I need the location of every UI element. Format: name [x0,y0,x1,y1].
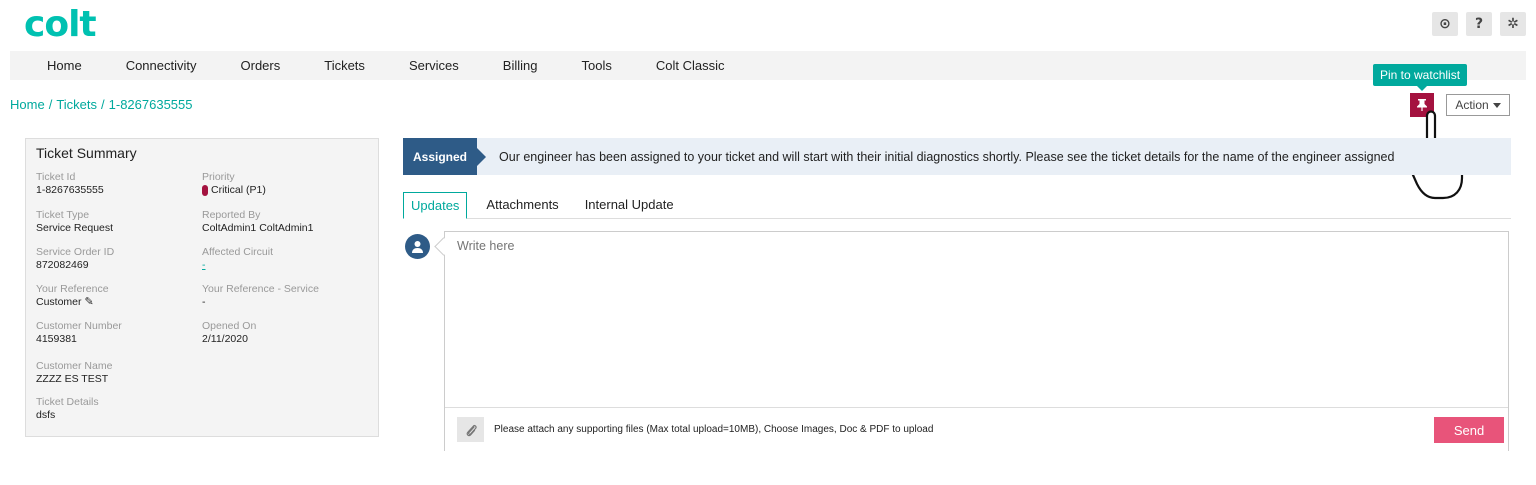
tab-updates[interactable]: Updates [403,192,468,219]
field-customer-name: Customer Name ZZZZ ES TEST [36,360,112,386]
field-value: 872082469 [36,259,89,271]
field-label: Opened On [202,320,257,332]
field-ticket-type: Ticket Type Service Request [36,209,113,235]
attach-button[interactable] [457,417,484,442]
field-label: Ticket Id [36,171,76,183]
user-icon [412,241,423,253]
field-opened-on: Opened On 2/11/2020 [202,320,256,346]
field-value: Service Request [36,222,114,234]
field-value: - [202,296,206,308]
ticket-tabs: Updates Attachments Internal Update [403,192,1511,219]
nav-home[interactable]: Home [47,58,82,73]
nav-colt-classic[interactable]: Colt Classic [656,58,725,73]
comment-footer: Please attach any supporting files (Max … [445,407,1508,451]
field-service-order-id: Service Order ID 872082469 [36,246,114,272]
field-label: Priority [202,171,235,183]
status-message: Our engineer has been assigned to your t… [499,149,1395,164]
globe-icon[interactable]: ⊙ [1432,12,1458,36]
top-utility-icons: ⊙ ? ✲ [1432,12,1526,36]
field-priority: Priority Critical (P1) [202,171,266,197]
main-nav: Home Connectivity Orders Tickets Service… [10,51,1526,80]
priority-value: Critical (P1) [211,184,266,196]
field-value: 1-8267635555 [36,184,104,196]
field-customer-number: Customer Number 4159381 [36,320,122,346]
nav-billing[interactable]: Billing [503,58,538,73]
affected-circuit-link[interactable]: - [202,259,273,272]
status-tag: Assigned [403,138,487,175]
field-your-reference-service: Your Reference - Service - [202,283,319,309]
field-value: ZZZZ ES TEST [36,373,109,385]
edit-icon[interactable]: ✎ [85,296,94,309]
field-label: Customer Number [36,320,122,332]
field-your-reference: Your Reference Customer ✎ [36,283,109,309]
field-label: Service Order ID [36,246,115,258]
field-label: Affected Circuit [202,246,274,258]
field-ticket-details: Ticket Details dsfs [36,396,99,422]
nav-tickets[interactable]: Tickets [324,58,365,73]
field-label: Your Reference - Service [202,283,319,295]
tab-attachments[interactable]: Attachments [479,192,565,219]
breadcrumb-ticket-id: 1-8267635555 [108,97,193,112]
field-value: ColtAdmin1 ColtAdmin1 [202,222,314,234]
field-label: Ticket Type [36,209,90,221]
send-button[interactable]: Send [1434,417,1504,443]
tab-internal-update[interactable]: Internal Update [578,192,681,219]
summary-title: Ticket Summary [36,145,137,161]
field-value: 2/11/2020 [202,333,248,345]
breadcrumb-home[interactable]: Home [10,97,45,112]
status-banner: Assigned Our engineer has been assigned … [403,138,1511,175]
field-reported-by: Reported By ColtAdmin1 ColtAdmin1 [202,209,313,235]
field-value: 4159381 [36,333,77,345]
colt-logo[interactable]: colt [24,4,97,45]
caret-down-icon [1492,102,1501,108]
breadcrumb: Home / Tickets/1-8267635555 [10,97,193,112]
nav-orders[interactable]: Orders [241,58,281,73]
ticket-summary-panel: Ticket Summary Ticket Id 1-8267635555 Pr… [25,138,379,437]
field-label: Customer Name [36,360,113,372]
field-affected-circuit: Affected Circuit - [202,246,273,272]
attach-note: Please attach any supporting files (Max … [494,424,934,435]
field-value: Critical (P1) [202,184,266,197]
comment-box: Please attach any supporting files (Max … [444,231,1509,451]
nav-services[interactable]: Services [409,58,459,73]
breadcrumb-tickets[interactable]: Tickets [56,97,97,112]
field-label: Ticket Details [36,396,99,408]
field-value: Customer ✎ [36,296,109,309]
field-label: Reported By [202,209,261,221]
nav-connectivity[interactable]: Connectivity [126,58,197,73]
pin-tooltip: Pin to watchlist [1373,64,1468,91]
thermometer-icon [202,185,208,196]
gear-icon[interactable]: ✲ [1500,12,1526,36]
user-avatar-icon [405,234,430,259]
field-label: Your Reference [36,283,109,295]
reference-value: Customer [36,296,82,308]
paperclip-icon [466,424,477,436]
field-ticket-id: Ticket Id 1-8267635555 [36,171,104,197]
nav-tools[interactable]: Tools [581,58,611,73]
help-icon[interactable]: ? [1466,12,1492,36]
comment-input[interactable] [457,239,1457,253]
field-value: dsfs [36,409,56,421]
